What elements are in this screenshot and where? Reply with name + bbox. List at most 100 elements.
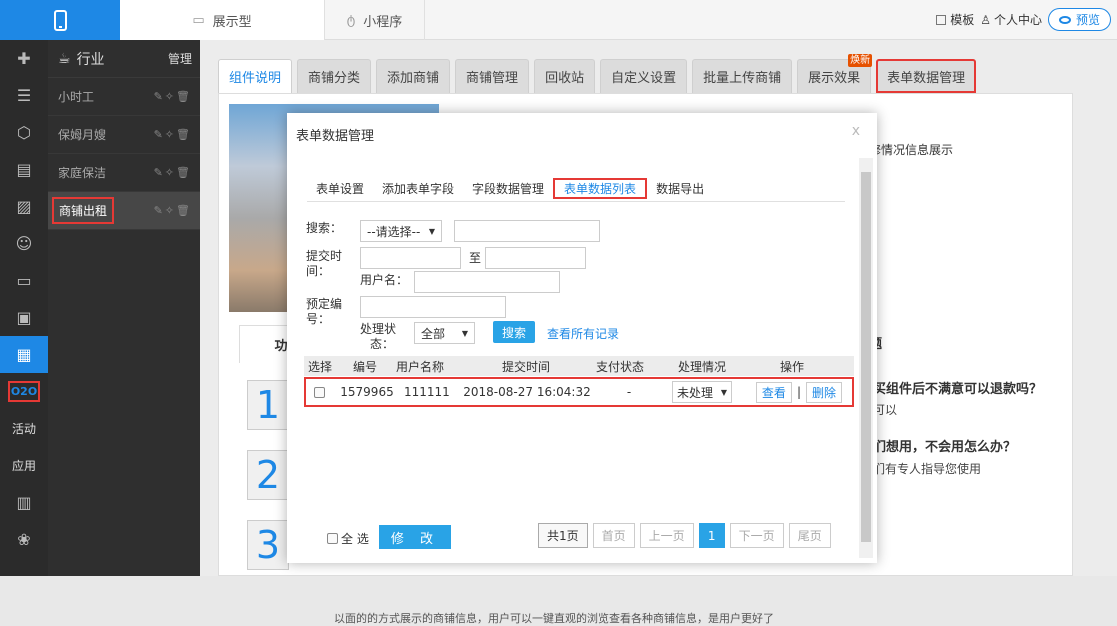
tab-shop-category[interactable]: 商铺分类 — [297, 59, 372, 93]
logo[interactable] — [0, 0, 120, 40]
tab-batch-upload[interactable]: 批量上传商铺 — [692, 59, 793, 93]
edit-tools-icon[interactable]: ✎✧🗑 — [154, 166, 192, 179]
manage-link[interactable]: 管理 — [168, 50, 192, 67]
next-page-button[interactable]: 下一页 — [729, 523, 784, 548]
nav-activity[interactable]: 活动 — [0, 410, 48, 447]
row-status-select[interactable]: 未处理 ▼ — [672, 381, 732, 403]
view-button[interactable]: 查看 — [755, 381, 792, 403]
grid-icon[interactable]: ▦ — [0, 336, 48, 373]
search-button[interactable]: 搜索 — [493, 321, 535, 343]
tab-data-export[interactable]: 数据导出 — [647, 175, 713, 202]
view-all-records-link[interactable]: 查看所有记录 — [547, 325, 619, 342]
form-icon[interactable]: ▥ — [0, 484, 48, 521]
row-checkbox[interactable] — [314, 386, 325, 398]
col-header: 提交时间 — [501, 359, 550, 374]
tab-component-desc[interactable]: 组件说明 — [218, 59, 293, 93]
document-icon[interactable]: ▤ — [0, 151, 48, 188]
end-time-input[interactable] — [485, 247, 586, 269]
edit-tools-icon[interactable]: ✎✧🗑 — [154, 90, 192, 103]
clipboard-icon[interactable]: ▣ — [0, 299, 48, 336]
tab-form-data-manage[interactable]: 表单数据管理 — [876, 59, 977, 93]
select-all-checkbox[interactable] — [327, 533, 338, 544]
bowl-icon: ☕ — [58, 50, 71, 67]
cell-time: 2018-08-27 16:04:32 — [463, 385, 591, 399]
search-field-select[interactable]: --请选择-- ▼ — [360, 220, 442, 242]
modal-tabs: 表单设置 添加表单字段 字段数据管理 表单数据列表 数据导出 — [307, 175, 845, 202]
table-row: 1579965 111111 2018-08-27 16:04:32 - 未处理… — [304, 377, 854, 407]
store-icon[interactable]: ▭ — [0, 262, 48, 299]
tab-display-effect[interactable]: 展示效果 焕新 — [797, 54, 873, 93]
col-header: 选择 — [308, 359, 333, 374]
category-item[interactable]: 家庭保洁 ✎✧🗑 — [48, 154, 200, 192]
reserve-number-input[interactable] — [360, 296, 506, 318]
scrollbar-thumb[interactable] — [861, 172, 871, 542]
modal-title: 表单数据管理 — [296, 129, 375, 144]
new-badge: 焕新 — [848, 54, 873, 67]
edit-tools-icon[interactable]: ✎✧🗑 — [154, 128, 192, 141]
status-select[interactable]: 全部 ▼ — [414, 322, 475, 344]
tab-form-data-list[interactable]: 表单数据列表 — [553, 177, 648, 199]
delete-button[interactable]: 删除 — [805, 381, 842, 403]
page-total: 共1页 — [538, 523, 588, 548]
wechat-icon[interactable]: ❀ — [0, 521, 48, 558]
table-header: 选择 编号 用户名称 提交时间 支付状态 处理情况 操作 — [304, 356, 854, 376]
user-icon[interactable]: ☺ — [0, 225, 48, 262]
category-item[interactable]: 保姆月嫂 ✎✧🗑 — [48, 116, 200, 154]
category-item-selected[interactable]: 商铺出租 ✎✧🗑 — [48, 192, 200, 230]
tab-shop-manage[interactable]: 商铺管理 — [455, 59, 530, 93]
tab-add-shop[interactable]: 添加商铺 — [376, 59, 451, 93]
category-header: ☕ 行业 管理 — [48, 40, 200, 78]
faq-number: 2 — [247, 450, 289, 500]
nav-app[interactable]: 应用 — [0, 447, 48, 484]
faq-question: 们想用，不会用怎么办？ — [873, 440, 1017, 455]
template-icon — [936, 14, 947, 25]
tab-add-form-field[interactable]: 添加表单字段 — [373, 175, 463, 202]
form-data-modal: 表单数据管理 x 表单设置 添加表单字段 字段数据管理 表单数据列表 数据导出 … — [287, 113, 877, 563]
separator: | — [796, 385, 801, 399]
template-link[interactable]: 模板 — [936, 11, 974, 28]
search-label: 搜索： — [306, 221, 343, 235]
tab-display-type[interactable]: ▭ 展示型 — [120, 0, 325, 40]
submit-time-label: 提交时 间： — [306, 249, 343, 278]
cube-icon[interactable]: ⬡ — [0, 114, 48, 151]
col-header: 操作 — [779, 359, 804, 374]
dropdown-arrow-icon: ▼ — [461, 328, 468, 338]
eye-icon — [1058, 15, 1071, 24]
edit-tools-icon[interactable]: ✎✧🗑 — [154, 204, 192, 217]
phone-icon — [53, 9, 67, 31]
status-label: 处理状 态： — [360, 322, 397, 351]
tab-recycle[interactable]: 回收站 — [534, 59, 596, 93]
username-label: 用户名： — [360, 273, 409, 287]
tab-field-data-manage[interactable]: 字段数据管理 — [463, 175, 553, 202]
image-icon[interactable]: ▨ — [0, 188, 48, 225]
list-icon[interactable]: ☰ — [0, 77, 48, 114]
preview-button[interactable]: 预览 — [1047, 8, 1111, 31]
dropdown-arrow-icon: ▼ — [720, 387, 727, 397]
select-all[interactable]: 全 选 — [327, 530, 369, 547]
top-right-menu: 模板 ♙ 个人中心 预览 — [936, 8, 1111, 31]
tab-mini-program[interactable]: ტ 小程序 — [325, 0, 425, 40]
col-header: 处理情况 — [677, 359, 726, 374]
close-icon[interactable]: x — [852, 123, 860, 139]
to-label: 至 — [469, 251, 482, 265]
category-item[interactable]: 小时工 ✎✧🗑 — [48, 78, 200, 116]
pagination: 共1页 首页 上一页 1 下一页 尾页 — [538, 523, 836, 548]
start-time-input[interactable] — [360, 247, 461, 269]
tab-custom-settings[interactable]: 自定义设置 — [600, 59, 688, 93]
main-tabs: 组件说明 商铺分类 添加商铺 商铺管理 回收站 自定义设置 批量上传商铺 展示效… — [218, 54, 981, 93]
user-center-link[interactable]: ♙ 个人中心 — [980, 11, 1042, 28]
prev-page-button[interactable]: 上一页 — [639, 523, 694, 548]
puzzle-icon[interactable]: ✚ — [0, 40, 48, 77]
current-page[interactable]: 1 — [698, 523, 725, 548]
modify-button[interactable]: 修 改 — [379, 525, 451, 549]
nav-o2o[interactable]: O2O — [0, 373, 48, 410]
search-input[interactable] — [454, 220, 600, 242]
last-page-button[interactable]: 尾页 — [788, 523, 831, 548]
username-input[interactable] — [414, 271, 560, 293]
dropdown-arrow-icon: ▼ — [428, 226, 435, 236]
cell-id: 1579965 — [340, 385, 394, 399]
modal-scrollbar[interactable] — [859, 158, 873, 558]
tab-form-settings[interactable]: 表单设置 — [307, 175, 373, 202]
first-page-button[interactable]: 首页 — [592, 523, 635, 548]
faq-answer: 们有专人指导您使用 — [873, 462, 982, 476]
